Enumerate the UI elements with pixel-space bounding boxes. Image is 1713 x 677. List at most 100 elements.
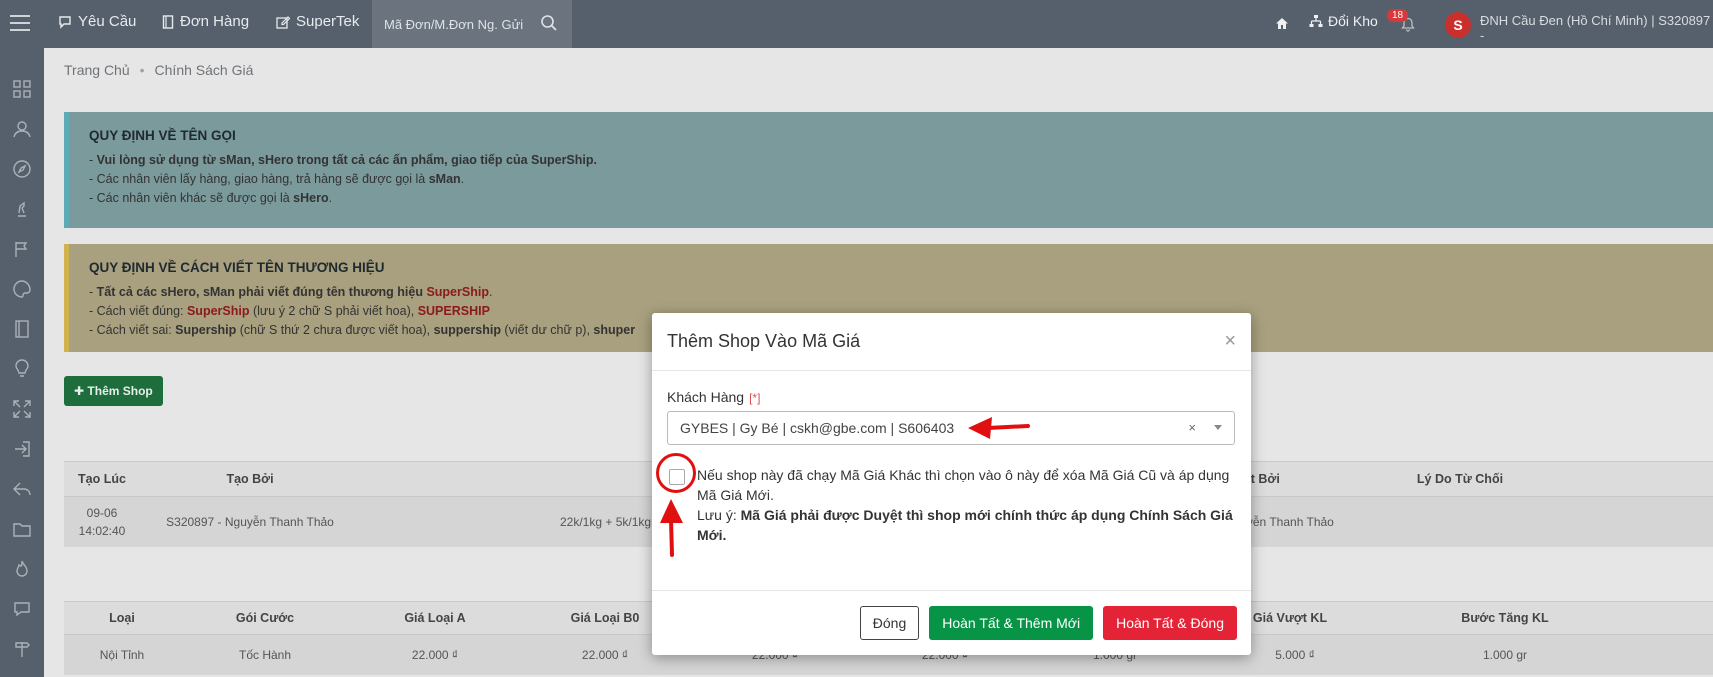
cell-text: 09-06 (86, 506, 118, 520)
col-header: Loại (109, 611, 135, 625)
nav-item-supertek[interactable]: SuperTek (276, 13, 359, 30)
reply-icon[interactable] (12, 479, 32, 499)
cell-price-a: 22.000 ₫ (411, 648, 459, 662)
alert-bold: suppership (433, 323, 501, 337)
required-mark: [*] (749, 391, 761, 405)
book-icon (162, 14, 174, 29)
alert-line: - Các nhân viên khác sẽ được gọi là sHer… (89, 191, 333, 205)
annotation-arrow-left-icon (968, 417, 1030, 439)
nav-item-label: Đơn Hàng (180, 13, 250, 30)
nav-item-orders[interactable]: Đơn Hàng (162, 13, 249, 30)
plus-icon: ✚ (74, 384, 85, 398)
add-shop-modal: Thêm Shop Vào Mã Giá × Khách Hàng [*] GYB… (652, 313, 1251, 655)
alert-text: - Các nhân viên khác sẽ được gọi là (89, 191, 294, 205)
palette-icon[interactable] (12, 279, 32, 299)
finish-add-new-button[interactable]: Hoàn Tất & Thêm Mới (929, 606, 1094, 640)
clear-icon[interactable]: × (1188, 420, 1196, 435)
brand-name: SUPERSHIP (417, 304, 490, 318)
label-text: Khách Hàng (667, 389, 745, 405)
notification-badge: 18 (1387, 9, 1409, 22)
col-header: Tạo Bởi (226, 472, 274, 486)
brand-name: SuperShip (426, 285, 489, 299)
user-icon[interactable] (12, 119, 32, 139)
close-button[interactable]: Đóng (859, 606, 920, 640)
search-icon[interactable] (540, 14, 558, 32)
expand-icon[interactable] (12, 399, 32, 419)
compass-icon[interactable] (12, 159, 32, 179)
sidebar (0, 48, 44, 677)
note-line: Lưu ý: Mã Giá phải được Duyệt thì shop m… (697, 505, 1236, 545)
modal-header: Thêm Shop Vào Mã Giá × (652, 313, 1251, 371)
alert-bold: Vui lòng sử dụng từ sMan, sHero trong tấ… (96, 153, 597, 167)
replace-price-option: Nếu shop này đã chạy Mã Giá Khác thì chọ… (656, 453, 1236, 545)
alert-bold: sMan (428, 172, 461, 186)
add-shop-label: Thêm Shop (87, 384, 153, 398)
top-bar: Yêu Cầu Đơn Hàng SuperTek Mã Đơn/M.Đơn N… (0, 0, 1713, 48)
folder-icon[interactable] (12, 519, 32, 539)
cell-created-by: S320897 - Nguyễn Thanh Thảo (166, 515, 334, 529)
sitemap-icon (1309, 15, 1323, 27)
cell-created-at: 09-06 14:02:40 (64, 504, 140, 540)
alert-text: (chữ S thứ 2 chưa được viết hoa), (236, 323, 434, 337)
home-icon[interactable] (1275, 17, 1289, 30)
grid-icon[interactable] (12, 79, 32, 99)
col-header: Gói Cước (235, 611, 295, 625)
alert-title: QUY ĐỊNH VỀ CÁCH VIẾT TÊN THƯƠNG HIỆU (89, 260, 385, 275)
alert-title: QUY ĐỊNH VỀ TÊN GỌI (89, 128, 236, 143)
signpost-icon[interactable] (12, 639, 32, 659)
alert-bold: Tất cả các sHero, sMan phải viết đúng tê… (96, 285, 427, 299)
alert-line: - Tất cả các sHero, sMan phải viết đúng … (89, 285, 493, 299)
avatar[interactable]: S (1445, 12, 1471, 38)
hamburger-menu-icon[interactable] (10, 15, 30, 31)
comments-icon[interactable] (12, 599, 32, 619)
fire-icon[interactable] (12, 559, 32, 579)
user-label[interactable]: ĐNH Cầu Đen (Hồ Chí Minh) | S320897 - (1480, 13, 1713, 43)
modal-footer: Đóng Hoàn Tất & Thêm Mới Hoàn Tất & Đóng (652, 590, 1251, 655)
edit-icon (276, 15, 290, 29)
nav-item-requests[interactable]: Yêu Cầu (58, 13, 136, 30)
customer-label: Khách Hàng [*] (667, 389, 1236, 405)
alert-bold: shuper (593, 323, 636, 337)
sign-in-icon[interactable] (12, 439, 32, 459)
chevron-down-icon[interactable] (1214, 425, 1222, 430)
alert-line: - Vui lòng sử dụng từ sMan, sHero trong … (89, 151, 1693, 170)
breadcrumb-current: Chính Sách Giá (154, 62, 254, 78)
cell-step: 1.000 gr (1482, 648, 1528, 662)
col-header: Giá Loại A (404, 611, 466, 625)
alert-bold: Supership (175, 323, 237, 337)
switch-warehouse-label: Đổi Kho (1328, 13, 1378, 29)
switch-warehouse-button[interactable]: Đổi Kho (1309, 13, 1378, 29)
alert-text: - (89, 153, 97, 167)
annotation-circle (656, 453, 696, 493)
book-icon[interactable] (12, 319, 32, 339)
search-input[interactable]: Mã Đơn/M.Đơn Ng. Gửi (372, 0, 572, 48)
modal-title: Thêm Shop Vào Mã Giá (667, 331, 861, 351)
naming-rules-alert: QUY ĐỊNH VỀ TÊN GỌI - Vui lòng sử dụng t… (64, 112, 1713, 228)
close-icon[interactable]: × (1224, 330, 1236, 353)
col-header: Tạo Lúc (78, 472, 126, 486)
cell-package: Tốc Hành (238, 648, 292, 662)
alert-line: - Các nhân viên lấy hàng, giao hàng, trả… (89, 172, 465, 186)
finish-close-button[interactable]: Hoàn Tất & Đóng (1103, 606, 1237, 640)
chess-icon[interactable] (12, 199, 32, 219)
note-bold: Mã Giá phải được Duyệt thì shop mới chín… (697, 507, 1233, 543)
cell-text: 14:02:40 (78, 524, 126, 538)
brand-name: SuperShip (186, 304, 250, 318)
breadcrumb: Trang Chủ • Chính Sách Giá (64, 62, 253, 78)
annotation-arrow-up-icon (660, 499, 683, 557)
col-header: Lý Do Từ Chối (1416, 472, 1504, 486)
col-header: Bước Tăng KL (1461, 611, 1549, 625)
note-prefix: Lưu ý: (697, 507, 741, 523)
modal-body: Khách Hàng [*] GYBES | Gy Bé | cskh@gbe.c… (652, 371, 1251, 589)
chat-icon (59, 15, 71, 29)
lightbulb-icon[interactable] (12, 359, 32, 379)
breadcrumb-home[interactable]: Trang Chủ (64, 62, 130, 78)
nav-item-label: Yêu Cầu (78, 13, 137, 30)
flag-icon[interactable] (12, 239, 32, 259)
alert-text: (lưu ý 2 chữ S phải viết hoa), (249, 304, 418, 318)
customer-select[interactable]: GYBES | Gy Bé | cskh@gbe.com | S606403 × (667, 411, 1235, 445)
nav-item-label: SuperTek (296, 13, 360, 30)
cell-type: Nội Tỉnh (99, 648, 145, 662)
alert-text: - Các nhân viên lấy hàng, giao hàng, trả… (89, 172, 429, 186)
add-shop-button[interactable]: ✚ Thêm Shop (64, 376, 163, 406)
